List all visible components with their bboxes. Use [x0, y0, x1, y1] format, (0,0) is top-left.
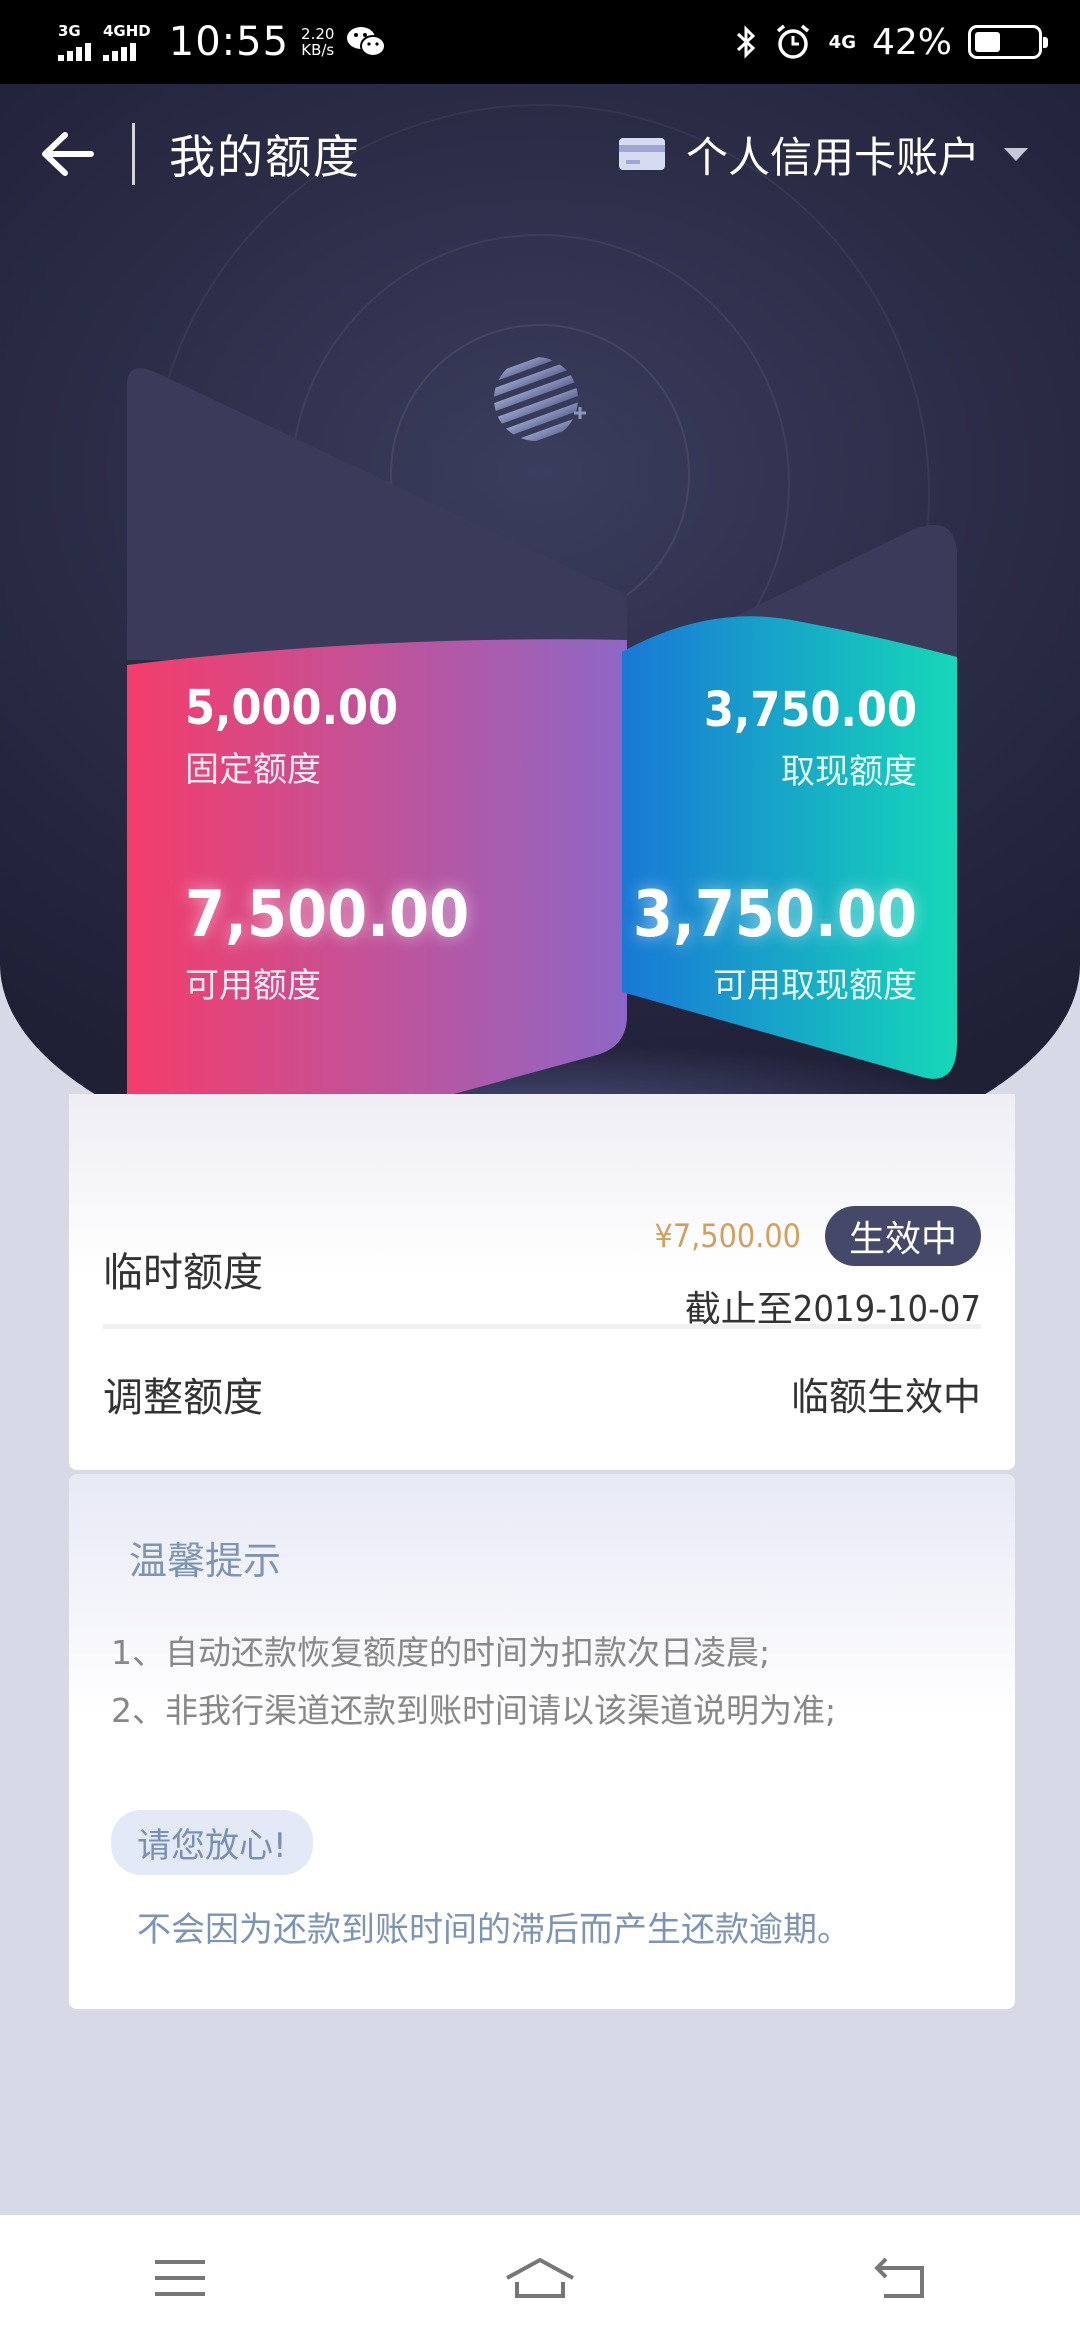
battery-fill [975, 32, 1001, 52]
home-button[interactable] [480, 2238, 600, 2318]
battery-percent: 42% [871, 21, 952, 63]
back-system-button[interactable] [840, 2238, 960, 2318]
page-title: 我的额度 [169, 130, 361, 184]
speed-unit: KB/s [301, 41, 335, 59]
available-limit-label: 可用额度 [185, 966, 321, 1006]
status-bar: 3G 4GHD 10:55 2.20 KB/s 4G 42% [0, 0, 1080, 84]
network-tag-1: 3G [58, 22, 81, 40]
reassure-badge: 请您放心! [111, 1810, 313, 1875]
fixed-limit-label: 固定额度 [185, 750, 321, 790]
limit-details-card: 临时额度 ¥7,500.00 生效中 截止至2019-10-07 调整额度 临额… [69, 1094, 1015, 1470]
back-arrow-icon [42, 132, 94, 176]
cash-limit-panel: 3,750.00 取现额度 3,750.00 可用取现额度 [622, 522, 957, 1092]
available-cash-limit-value: 3,750.00 [632, 878, 917, 952]
credit-card-icon [618, 138, 665, 170]
clock: 10:55 [168, 19, 290, 65]
available-limit-value: 7,500.00 [185, 878, 470, 952]
signal-4g-icon: 4GHD [103, 23, 151, 61]
tips-card: 温馨提示 1、自动还款恢复额度的时间为扣款次日凌晨; 2、非我行渠道还款到账时间… [69, 1474, 1015, 2009]
adjust-limit-label: 调整额度 [103, 1374, 263, 1421]
top-nav: 我的额度 个人信用卡账户 [0, 84, 1080, 224]
status-badge: 生效中 [824, 1206, 981, 1266]
cash-limit-value: 3,750.00 [703, 682, 917, 738]
tip-item: 1、自动还款恢复额度的时间为扣款次日凌晨; [111, 1633, 771, 1672]
menu-icon [155, 2259, 205, 2296]
wechat-icon [347, 27, 387, 57]
temp-limit-amount: ¥7,500.00 [654, 1217, 801, 1255]
speed-value: 2.20 [301, 25, 335, 43]
adjust-limit-status: 临额生效中 [790, 1375, 981, 1419]
chevron-down-icon [1004, 147, 1028, 161]
network-speed: 2.20 KB/s [301, 26, 334, 58]
return-icon [874, 2257, 924, 2298]
back-button[interactable] [32, 119, 102, 189]
cash-limit-label: 取现额度 [781, 752, 917, 792]
home-icon [506, 2257, 574, 2298]
reassure-text: 不会因为还款到账时间的滞后而产生还款逾期。 [137, 1910, 851, 1950]
network-tag-2: 4GHD [103, 22, 151, 40]
battery-icon [968, 25, 1048, 59]
credit-limit-panel: 5,000.00 固定额度 7,500.00 可用额度 [127, 360, 627, 1185]
network-type: 4G [828, 31, 856, 53]
tip-item: 2、非我行渠道还款到账时间请以该渠道说明为准; [111, 1691, 837, 1730]
temp-limit-row[interactable]: 临时额度 ¥7,500.00 生效中 截止至2019-10-07 [103, 1194, 981, 1344]
fixed-limit-value: 5,000.00 [185, 680, 399, 736]
signal-3g-icon: 3G [58, 23, 91, 61]
tips-list: 1、自动还款恢复额度的时间为扣款次日凌晨; 2、非我行渠道还款到账时间请以该渠道… [111, 1624, 836, 1740]
adjust-limit-row[interactable]: 调整额度 临额生效中 [103, 1324, 981, 1458]
available-cash-limit-label: 可用取现额度 [713, 966, 917, 1006]
temp-limit-label: 临时额度 [103, 1250, 263, 1296]
system-nav-bar [0, 2215, 1080, 2340]
account-switcher[interactable]: 个人信用卡账户 [618, 124, 1028, 185]
tips-title: 温馨提示 [129, 1539, 282, 1583]
nav-divider [132, 123, 135, 185]
menu-button[interactable] [120, 2238, 240, 2318]
bluetooth-icon [736, 25, 755, 59]
account-label: 个人信用卡账户 [685, 132, 980, 182]
alarm-icon [776, 24, 809, 59]
